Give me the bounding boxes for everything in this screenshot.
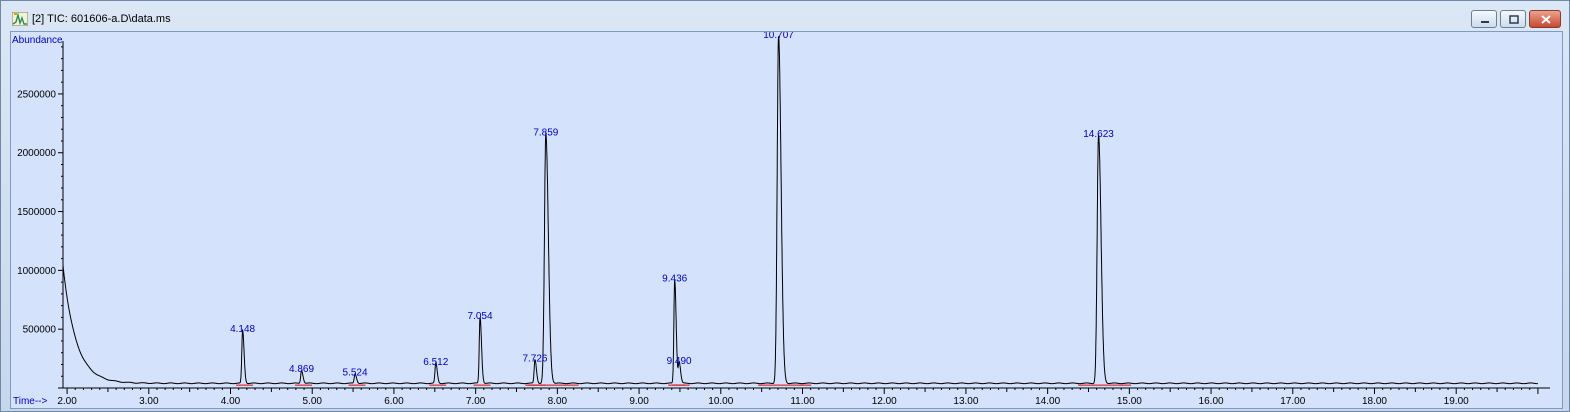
x-tick-label: 18.00 [1362, 396, 1387, 407]
x-axis-label: Time--> [13, 396, 48, 407]
peak-label: 9.490 [667, 356, 692, 367]
plot-area: 500000 1000000 1500000 2000000 2500000 2.00 3.… [10, 31, 1563, 409]
x-tick-label: 14.00 [1035, 396, 1060, 407]
chromatogram-chart: 500000 1000000 1500000 2000000 2500000 2.00 3.… [12, 32, 1550, 407]
peak-label: 4.148 [230, 324, 255, 335]
y-tick-label: 1500000 [17, 207, 56, 218]
maximize-icon [1509, 15, 1519, 24]
title-bar[interactable]: [2] TIC: 601606-a.D\data.ms [1, 1, 1569, 31]
maximize-button[interactable] [1500, 10, 1526, 28]
minimize-icon [1481, 21, 1489, 23]
x-tick-label: 9.00 [629, 396, 649, 407]
chromatogram-app-icon [12, 12, 28, 26]
chromatogram-window: [2] TIC: 601606-a.D\data.ms 500000 100000… [0, 0, 1570, 412]
close-icon [1541, 15, 1551, 24]
x-tick-label: 15.00 [1117, 396, 1142, 407]
x-tick-label: 7.00 [466, 396, 486, 407]
x-tick-label: 6.00 [384, 396, 404, 407]
y-tick-label: 1000000 [17, 266, 56, 277]
x-tick-label: 5.00 [302, 396, 322, 407]
x-tick-label: 19.00 [1444, 396, 1469, 407]
peak-label: 10.707 [763, 32, 794, 41]
minimize-button[interactable] [1471, 10, 1497, 28]
close-button[interactable] [1529, 10, 1561, 28]
x-tick-label: 17.00 [1280, 396, 1305, 407]
peak-label: 14.623 [1083, 129, 1114, 140]
y-tick-label: 2500000 [17, 89, 56, 100]
x-tick-label: 16.00 [1199, 396, 1224, 407]
x-tick-label: 4.00 [221, 396, 241, 407]
peak-label: 6.512 [423, 357, 448, 368]
x-tick-label: 3.00 [139, 396, 159, 407]
x-tick-label: 11.00 [790, 396, 815, 407]
x-tick-label: 13.00 [953, 396, 978, 407]
y-tick-label: 2000000 [17, 148, 56, 159]
peak-label: 7.054 [468, 311, 493, 322]
peak-label: 4.869 [289, 364, 314, 375]
x-tick-label: 8.00 [548, 396, 568, 407]
peak-label: 7.859 [533, 128, 558, 139]
window-title: [2] TIC: 601606-a.D\data.ms [32, 13, 171, 25]
x-tick-label: 10.00 [708, 396, 733, 407]
x-tick-label: 2.00 [57, 396, 77, 407]
y-axis-label: Abundance [12, 35, 63, 46]
tic-trace [62, 36, 1538, 385]
peak-label: 9.436 [662, 273, 687, 284]
x-tick-label: 12.00 [872, 396, 897, 407]
y-tick-label: 500000 [23, 325, 57, 336]
labels-layer: 4.148 4.869 5.524 6.512 7.054 7.726 7.859 9.436… [230, 32, 1114, 379]
peak-label: 5.524 [343, 368, 368, 379]
peak-label: 7.726 [522, 353, 547, 364]
